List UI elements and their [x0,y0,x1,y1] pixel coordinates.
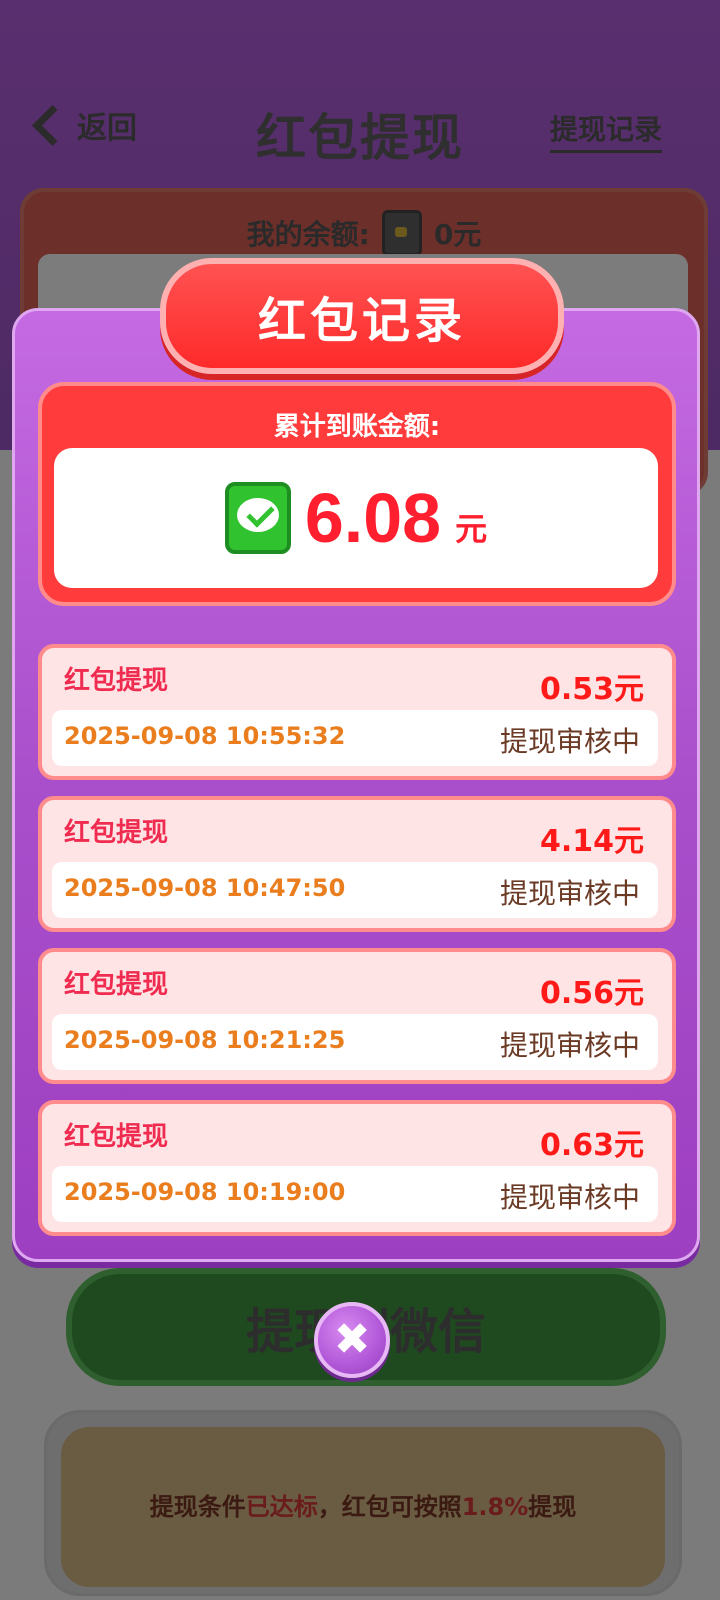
total-received-label: 累计到账金额: [273,412,441,442]
record-amount: 0.56元 [539,976,644,1011]
condition-suffix: 提现 [528,1493,577,1521]
record-amount: 0.63元 [539,1128,644,1163]
record-time: 2025-09-08 10:19:00 [64,1178,346,1206]
total-received-card: 累计到账金额: 6.08 元 [38,382,676,606]
wechat-pay-icon [224,482,291,554]
record-status: 提现审核中 [499,1181,640,1214]
condition-middle: ，红包可按照 [317,1493,462,1521]
record-time: 2025-09-08 10:21:25 [64,1026,346,1054]
record-item: 红包提现 0.63元 2025-09-08 10:19:00 提现审核中 [38,1100,676,1236]
condition-text: 提现条件已达标，红包可按照1.8%提现 [61,1487,665,1522]
condition-card: 提现条件已达标，红包可按照1.8%提现 [44,1410,682,1596]
red-envelope-icon [381,210,422,256]
withdraw-history-link[interactable]: 提现记录 [549,108,662,153]
modal-title: 红包记录 [160,258,564,374]
record-amount: 0.53元 [539,672,644,707]
balance-label: 我的余额: [246,218,370,251]
record-status: 提现审核中 [499,725,640,758]
record-time: 2025-09-08 10:55:32 [64,722,346,750]
condition-highlight: 已达标 [245,1493,318,1521]
close-modal-button[interactable]: ✖ [314,1302,390,1378]
condition-percent: 1.8% [461,1493,529,1521]
total-amount-box: 6.08 元 [54,448,658,588]
condition-prefix: 提现条件 [149,1493,246,1521]
record-name: 红包提现 [64,1122,169,1152]
record-detail: 2025-09-08 10:55:32 提现审核中 [52,710,658,766]
record-name: 红包提现 [64,970,169,1000]
record-item: 红包提现 4.14元 2025-09-08 10:47:50 提现审核中 [38,796,676,932]
close-icon: ✖ [333,1314,371,1365]
record-amount: 4.14元 [539,824,644,859]
record-status: 提现审核中 [499,1029,640,1062]
record-time: 2025-09-08 10:47:50 [64,874,346,902]
total-amount: 6.08 [304,479,442,557]
record-item: 红包提现 0.56元 2025-09-08 10:21:25 提现审核中 [38,948,676,1084]
record-item: 红包提现 0.53元 2025-09-08 10:55:32 提现审核中 [38,644,676,780]
record-name: 红包提现 [64,666,169,696]
balance-row: 我的余额: 0元 [24,210,704,256]
record-status: 提现审核中 [499,877,640,910]
record-name: 红包提现 [64,818,169,848]
record-detail: 2025-09-08 10:47:50 提现审核中 [52,862,658,918]
condition-inner: 提现条件已达标，红包可按照1.8%提现 [61,1427,665,1587]
total-unit: 元 [455,510,488,548]
balance-value: 0元 [433,218,482,251]
record-detail: 2025-09-08 10:21:25 提现审核中 [52,1014,658,1070]
record-detail: 2025-09-08 10:19:00 提现审核中 [52,1166,658,1222]
